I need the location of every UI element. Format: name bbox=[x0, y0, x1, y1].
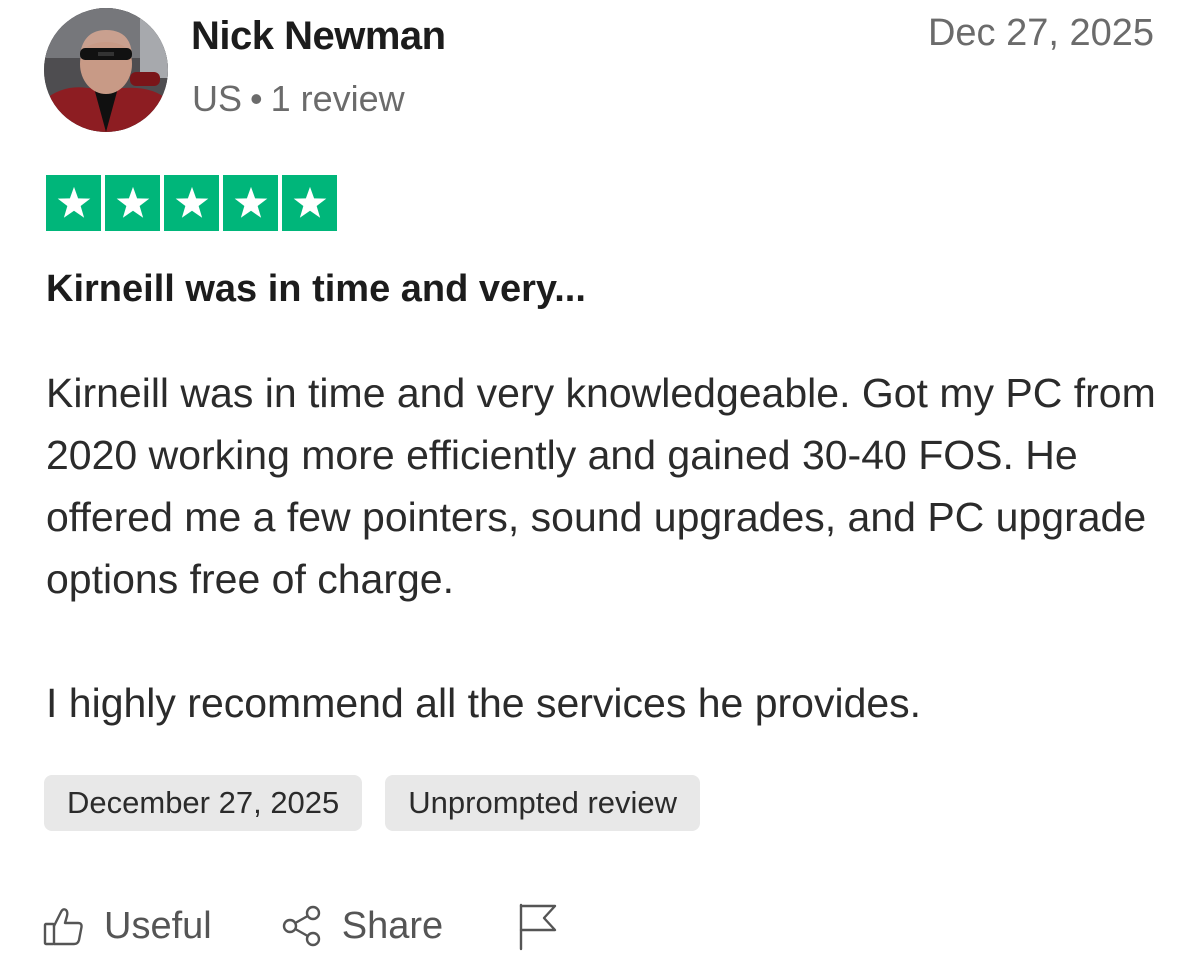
review-body-paragraph: Kirneill was in time and very knowledgea… bbox=[46, 370, 1156, 602]
star-icon bbox=[46, 175, 101, 231]
share-button[interactable]: Share bbox=[280, 904, 443, 948]
review-tags: December 27, 2025 Unprompted review bbox=[44, 775, 701, 831]
reviewer-name[interactable]: Nick Newman bbox=[191, 14, 446, 59]
useful-button[interactable]: Useful bbox=[42, 904, 212, 948]
reviewer-country: US bbox=[192, 78, 243, 119]
date-of-experience-tag: December 27, 2025 bbox=[44, 775, 363, 831]
unprompted-review-tag[interactable]: Unprompted review bbox=[385, 775, 701, 831]
reviewer-review-count: 1 review bbox=[270, 78, 405, 119]
meta-separator: • bbox=[250, 78, 263, 119]
star-rating bbox=[46, 175, 337, 231]
review-card: Nick Newman US • 1 review Dec 27, 2025 Kir… bbox=[0, 0, 1200, 980]
avatar[interactable] bbox=[44, 8, 168, 132]
report-flag-button[interactable] bbox=[515, 901, 559, 951]
review-date: Dec 27, 2025 bbox=[927, 12, 1154, 54]
flag-icon bbox=[515, 901, 559, 951]
reviewer-meta: US • 1 review bbox=[192, 78, 405, 120]
review-body: Kirneill was in time and very knowledgea… bbox=[46, 362, 1156, 734]
star-icon bbox=[223, 175, 278, 231]
review-title[interactable]: Kirneill was in time and very... bbox=[46, 268, 586, 311]
star-icon bbox=[105, 175, 160, 231]
share-label: Share bbox=[341, 904, 444, 947]
star-icon bbox=[164, 175, 219, 231]
share-icon bbox=[280, 904, 324, 948]
star-icon bbox=[282, 175, 337, 231]
user-photo-icon bbox=[44, 8, 168, 132]
useful-label: Useful bbox=[104, 904, 212, 947]
thumbs-up-icon bbox=[42, 904, 86, 948]
review-actions: Useful Share bbox=[42, 896, 559, 956]
review-body-paragraph: I highly recommend all the services he p… bbox=[46, 680, 922, 726]
